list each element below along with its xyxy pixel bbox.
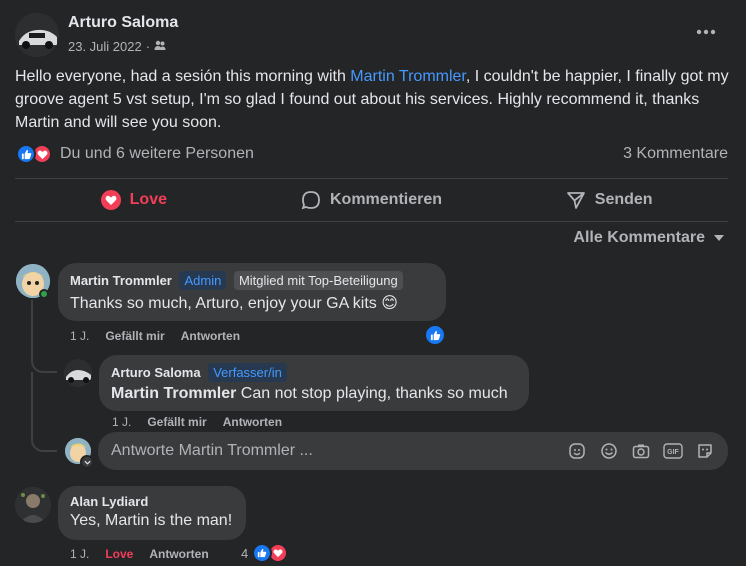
reactions-summary[interactable]: Du und 6 weitere Personen: [16, 144, 254, 164]
top-contributor-badge: Mitglied mit Top-Beteiligung: [233, 271, 403, 290]
comment-count-link[interactable]: 3 Kommentare: [623, 145, 728, 163]
avatar-sticker-icon[interactable]: [566, 440, 588, 462]
commenter-avatar[interactable]: [64, 359, 92, 387]
like-comment-button[interactable]: Gefällt mir: [147, 415, 206, 429]
post-date[interactable]: 23. Juli 2022: [68, 39, 142, 54]
reply-comment-button[interactable]: Antworten: [181, 329, 240, 343]
reply-text: Can not stop playing, thanks so much: [236, 385, 508, 402]
comment-sort-label: Alle Kommentare: [573, 229, 705, 246]
love-icon: [100, 190, 121, 210]
comment-text: Martin Trommler Can not stop playing, th…: [111, 385, 517, 403]
post-action-bar: Love Kommentieren Senden: [15, 180, 728, 220]
like-comment-button[interactable]: Gefällt mir: [105, 329, 164, 343]
post-text-before: Hello everyone, had a sesión this mornin…: [15, 68, 351, 85]
sticker-icon[interactable]: [694, 440, 716, 462]
comment-author-name[interactable]: Alan Lydiard: [70, 494, 234, 509]
divider: [15, 178, 728, 179]
group-audience-icon: [154, 39, 166, 54]
send-button-label: Senden: [594, 191, 653, 208]
reply-bubble: Arturo Saloma Verfasser/in Martin Tromml…: [99, 355, 529, 411]
love-comment-button[interactable]: Love: [105, 547, 133, 561]
comment-time[interactable]: 1 J.: [112, 415, 131, 429]
comment-author-row: Arturo Saloma Verfasser/in: [111, 363, 517, 382]
send-icon: [566, 192, 585, 209]
post-author-name[interactable]: Arturo Saloma: [68, 14, 178, 32]
meta-separator: ·: [145, 39, 151, 54]
author-badge: Verfasser/in: [208, 363, 287, 382]
avatar-dropdown-icon[interactable]: [80, 455, 94, 469]
comment-time[interactable]: 1 J.: [70, 329, 89, 343]
chevron-down-icon: [714, 235, 724, 241]
love-button[interactable]: Love: [15, 180, 253, 220]
more-options-icon: [696, 29, 716, 35]
comment-time[interactable]: 1 J.: [70, 547, 89, 561]
reply-input[interactable]: [111, 442, 566, 460]
comment-author-name[interactable]: Arturo Saloma: [111, 365, 201, 380]
reaction-count: 4: [241, 545, 249, 561]
comment-actions: 1 J. Gefällt mir Antworten: [70, 329, 240, 343]
comment-actions: 1 J. Love Antworten: [70, 547, 209, 561]
camera-icon[interactable]: [630, 440, 652, 462]
comment-bubble: Alan Lydiard Yes, Martin is the man!: [58, 486, 246, 540]
divider: [15, 221, 728, 222]
love-button-label: Love: [129, 191, 167, 208]
emoji-icon[interactable]: [598, 440, 620, 462]
send-button[interactable]: Senden: [490, 180, 728, 220]
admin-badge: Admin: [179, 271, 227, 290]
reply-comment-button[interactable]: Antworten: [223, 415, 282, 429]
post-body: Hello everyone, had a sesión this mornin…: [15, 65, 735, 134]
like-reaction-icon: [16, 144, 36, 164]
post-meta: 23. Juli 2022 ·: [68, 39, 166, 54]
reply-input-tools: GIF: [566, 440, 716, 462]
comment-reactions[interactable]: 4: [241, 543, 289, 563]
online-status-dot: [39, 289, 49, 299]
post-mention-link[interactable]: Martin Trommler: [350, 68, 466, 85]
comment-actions: 1 J. Gefällt mir Antworten: [112, 415, 282, 429]
thread-line: [31, 372, 57, 452]
gif-icon[interactable]: GIF: [662, 440, 684, 462]
comment-author-row: Martin Trommler Admin Mitglied mit Top-B…: [70, 271, 434, 290]
commenter-avatar[interactable]: [15, 487, 51, 523]
thread-line: [31, 300, 57, 373]
comment-text: Thanks so much, Arturo, enjoy your GA ki…: [70, 295, 398, 312]
reply-mention[interactable]: Martin Trommler: [111, 385, 236, 402]
comment-bubble: Martin Trommler Admin Mitglied mit Top-B…: [58, 263, 446, 321]
svg-text:GIF: GIF: [667, 449, 679, 456]
comment-sort-dropdown[interactable]: Alle Kommentare: [573, 229, 725, 247]
comment-text: Yes, Martin is the man!: [70, 512, 233, 529]
comment-author-name[interactable]: Martin Trommler: [70, 273, 172, 288]
more-options-button[interactable]: [692, 20, 720, 44]
reply-comment-button[interactable]: Antworten: [149, 547, 208, 561]
comment-button[interactable]: Kommentieren: [253, 180, 491, 220]
reply-input-box: GIF: [98, 432, 728, 470]
like-reaction-icon: [252, 543, 273, 563]
reactions-text: Du und 6 weitere Personen: [60, 145, 254, 162]
comment-like-reaction-icon[interactable]: [424, 324, 446, 346]
comment-icon: [301, 191, 320, 210]
comment-button-label: Kommentieren: [329, 191, 443, 208]
post-author-avatar[interactable]: [15, 13, 59, 57]
